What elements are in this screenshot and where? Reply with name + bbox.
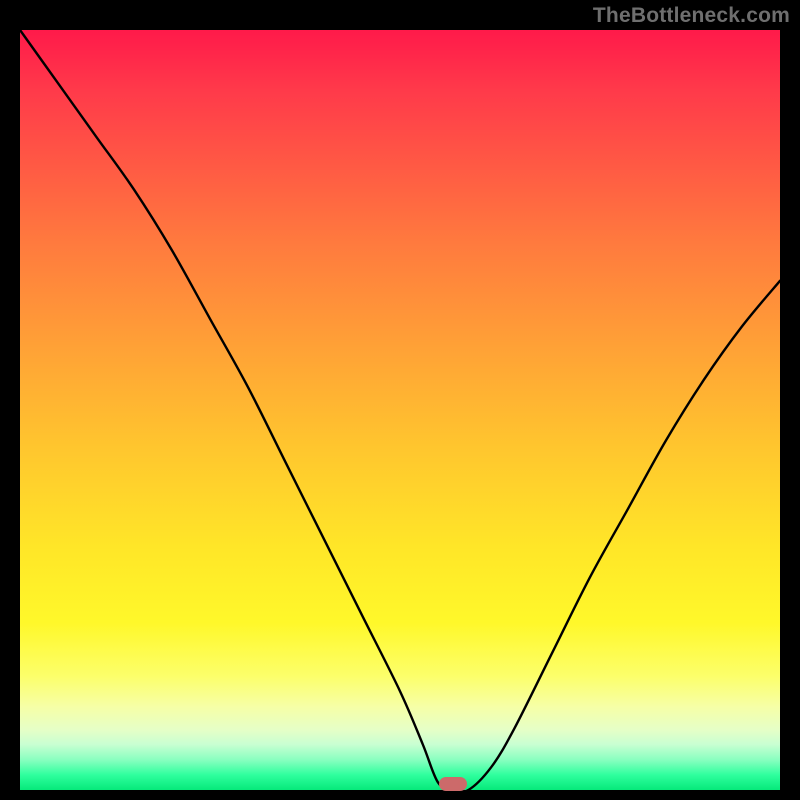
bottleneck-marker bbox=[439, 777, 467, 791]
plot-area bbox=[20, 30, 780, 790]
watermark-text: TheBottleneck.com bbox=[593, 4, 790, 28]
curve-svg bbox=[20, 30, 780, 790]
chart-frame: TheBottleneck.com bbox=[0, 0, 800, 800]
bottleneck-curve bbox=[20, 30, 780, 792]
